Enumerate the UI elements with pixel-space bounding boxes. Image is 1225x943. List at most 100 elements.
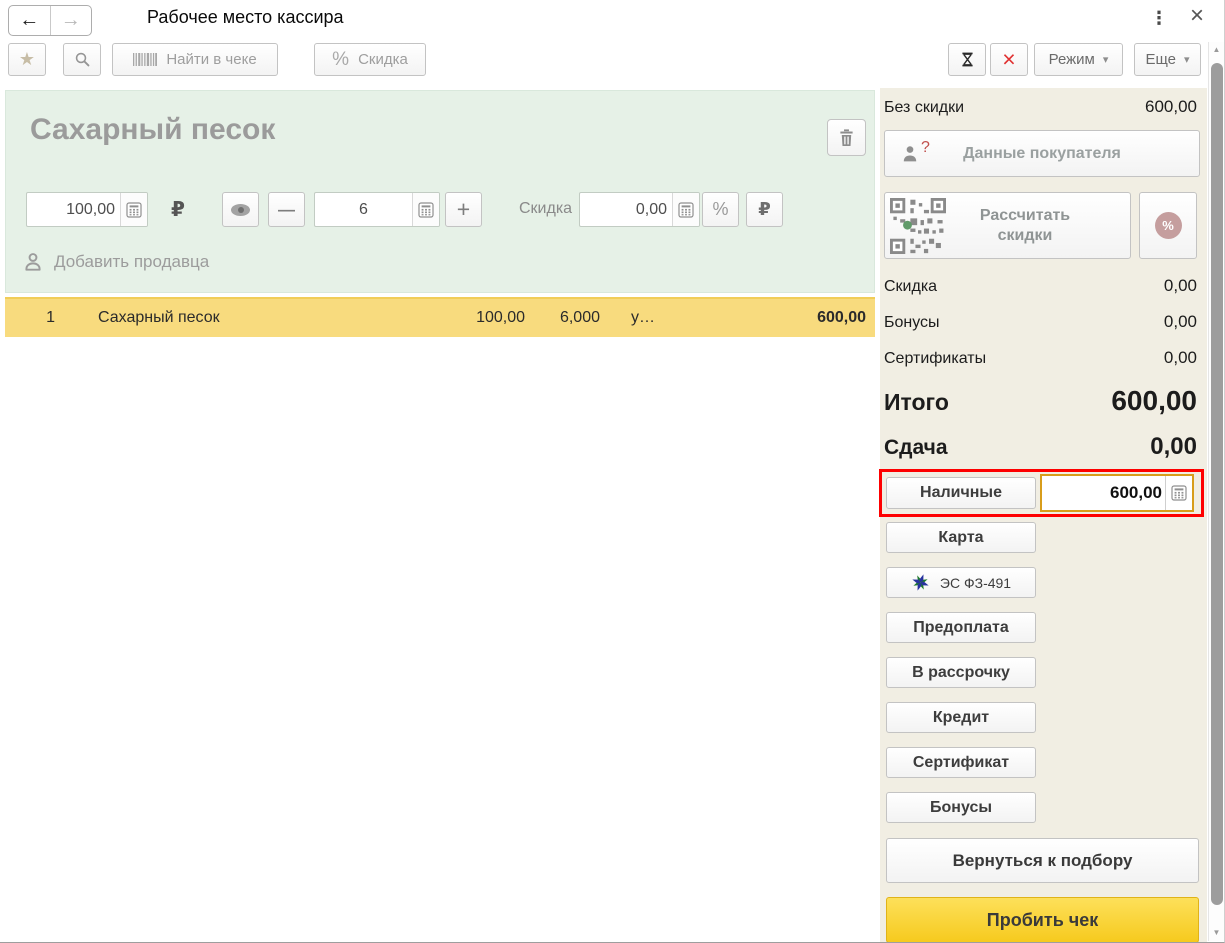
credit-button[interactable]: Кредит [886, 702, 1036, 733]
calculator-icon[interactable] [672, 193, 699, 226]
cancel-receipt-button[interactable]: × [990, 43, 1028, 76]
submit-receipt-button[interactable]: Пробить чек [886, 897, 1199, 942]
favorite-button[interactable]: ★ [8, 43, 46, 76]
search-button[interactable] [63, 43, 101, 76]
hourglass-icon [961, 52, 973, 67]
add-seller-button[interactable]: Добавить продавца [22, 246, 209, 278]
cash-payment-button[interactable]: Наличные [886, 477, 1036, 509]
discount-ruble-button[interactable]: ₽ [746, 192, 783, 227]
scroll-down-icon[interactable]: ▼ [1209, 928, 1224, 937]
find-in-receipt-button[interactable]: Найти в чеке [112, 43, 278, 76]
cash-amount-input[interactable] [1042, 476, 1165, 510]
prepayment-button[interactable]: Предоплата [886, 612, 1036, 643]
person-outline-icon [25, 253, 41, 271]
price-field[interactable] [26, 192, 148, 227]
ruble-icon: ₽ [758, 199, 771, 219]
quantity-input[interactable] [315, 193, 412, 226]
percent-icon: % [332, 48, 350, 70]
no-discount-label: Без скидки [884, 99, 965, 116]
card-label: Карта [938, 528, 984, 546]
page-title: Рабочее место кассира [147, 7, 344, 27]
mode-dropdown-button[interactable]: Режим ▾ [1034, 43, 1123, 76]
row-sum: 600,00 [817, 309, 866, 326]
vertical-scrollbar[interactable]: ▲ ▼ [1208, 42, 1224, 941]
close-window-icon[interactable]: × [1186, 2, 1208, 30]
discount-toolbar-button[interactable]: % Скидка [314, 43, 426, 76]
cash-amount-field[interactable] [1040, 474, 1194, 512]
discount-summary-row: Скидка 0,00 [884, 276, 1197, 296]
percent-icon: % [712, 199, 729, 219]
delete-line-button[interactable] [827, 119, 866, 156]
change-label: Сдача [884, 436, 948, 459]
cash-label: Наличные [920, 484, 1002, 501]
bonuses-button[interactable]: Бонусы [886, 792, 1036, 823]
prepayment-label: Предоплата [913, 618, 1009, 636]
minus-icon: — [278, 199, 295, 219]
scrollbar-thumb[interactable] [1211, 63, 1223, 905]
submit-receipt-label: Пробить чек [986, 909, 1099, 930]
price-input[interactable] [27, 193, 120, 226]
total-label: Итого [884, 389, 949, 415]
change-row: Сдача 0,00 [884, 433, 1197, 461]
calculator-icon[interactable] [412, 193, 439, 226]
change-value: 0,00 [1150, 433, 1197, 460]
es-fz491-label: ЭС ФЗ-491 [939, 574, 1012, 591]
back-arrow-icon: ← [19, 9, 40, 31]
question-mark-icon: ? [921, 139, 930, 156]
ruble-sign: ₽ [171, 199, 185, 221]
certificate-button[interactable]: Сертификат [886, 747, 1036, 778]
back-button[interactable]: ← [9, 6, 51, 35]
add-seller-label: Добавить продавца [54, 252, 210, 271]
card-payment-button[interactable]: Карта [886, 522, 1036, 553]
installment-label: В рассрочку [912, 663, 1010, 681]
more-dropdown-button[interactable]: Еще ▾ [1134, 43, 1201, 76]
trash-icon [840, 128, 853, 146]
bonuses-summary-row: Бонусы 0,00 [884, 312, 1197, 332]
view-item-button[interactable] [222, 192, 259, 227]
calculate-discounts-label: Рассчитать скидки [979, 206, 1071, 244]
discount-value: 0,00 [1163, 276, 1197, 295]
bonuses-pay-label: Бонусы [930, 798, 992, 816]
scroll-up-icon[interactable]: ▲ [1209, 45, 1224, 54]
plus-icon: + [456, 196, 471, 222]
calculator-icon[interactable] [1165, 476, 1192, 510]
decrease-qty-button[interactable]: — [268, 192, 305, 227]
qr-code-icon [890, 197, 946, 254]
es-fz491-payment-button[interactable]: ЭС ФЗ-491 [886, 567, 1036, 598]
more-label: Еще [1145, 51, 1176, 68]
promo-percent-button[interactable]: % [1139, 192, 1197, 259]
back-to-selection-label: Вернуться к подбору [952, 850, 1133, 870]
forward-button[interactable]: → [51, 6, 92, 35]
find-in-receipt-label: Найти в чеке [166, 51, 257, 68]
total-row: Итого 600,00 [884, 385, 1197, 417]
discount-percent-button[interactable]: % [702, 192, 739, 227]
discount-field[interactable] [579, 192, 700, 227]
row-quantity: 6,000 [559, 309, 600, 326]
discount-toolbar-label: Скидка [358, 51, 408, 68]
search-icon [75, 52, 89, 67]
eye-icon [231, 203, 250, 216]
certificates-summary-row: Сертификаты 0,00 [884, 348, 1197, 368]
discount-input[interactable] [580, 193, 672, 226]
table-row[interactable]: 1 Сахарный песок 100,00 6,000 у… 600,00 [5, 297, 875, 337]
forward-arrow-icon: → [60, 9, 81, 31]
credit-label: Кредит [932, 708, 990, 726]
installment-button[interactable]: В рассрочку [886, 657, 1036, 688]
calculator-icon[interactable] [120, 193, 147, 226]
chevron-down-icon: ▾ [1102, 54, 1109, 66]
kebab-menu-icon[interactable]: ⋮ [1150, 5, 1168, 31]
calculate-discounts-button[interactable]: Рассчитать скидки [884, 192, 1131, 259]
current-item-panel: Сахарный песок ₽ — [5, 90, 875, 293]
quantity-field[interactable] [314, 192, 440, 227]
customer-data-button[interactable]: ? Данные покупателя [884, 130, 1200, 177]
product-name: Сахарный песок [30, 113, 276, 146]
increase-qty-button[interactable]: + [445, 192, 482, 227]
mode-label: Режим [1048, 51, 1095, 68]
no-discount-row: Без скидки 600,00 [884, 97, 1197, 117]
row-name: Сахарный песок [98, 309, 220, 326]
nav-history-group: ← → [8, 5, 92, 36]
barcode-icon [133, 53, 158, 66]
discount-label: Скидка [519, 200, 573, 217]
postpone-receipt-button[interactable] [948, 43, 986, 76]
back-to-selection-button[interactable]: Вернуться к подбору [886, 838, 1199, 883]
